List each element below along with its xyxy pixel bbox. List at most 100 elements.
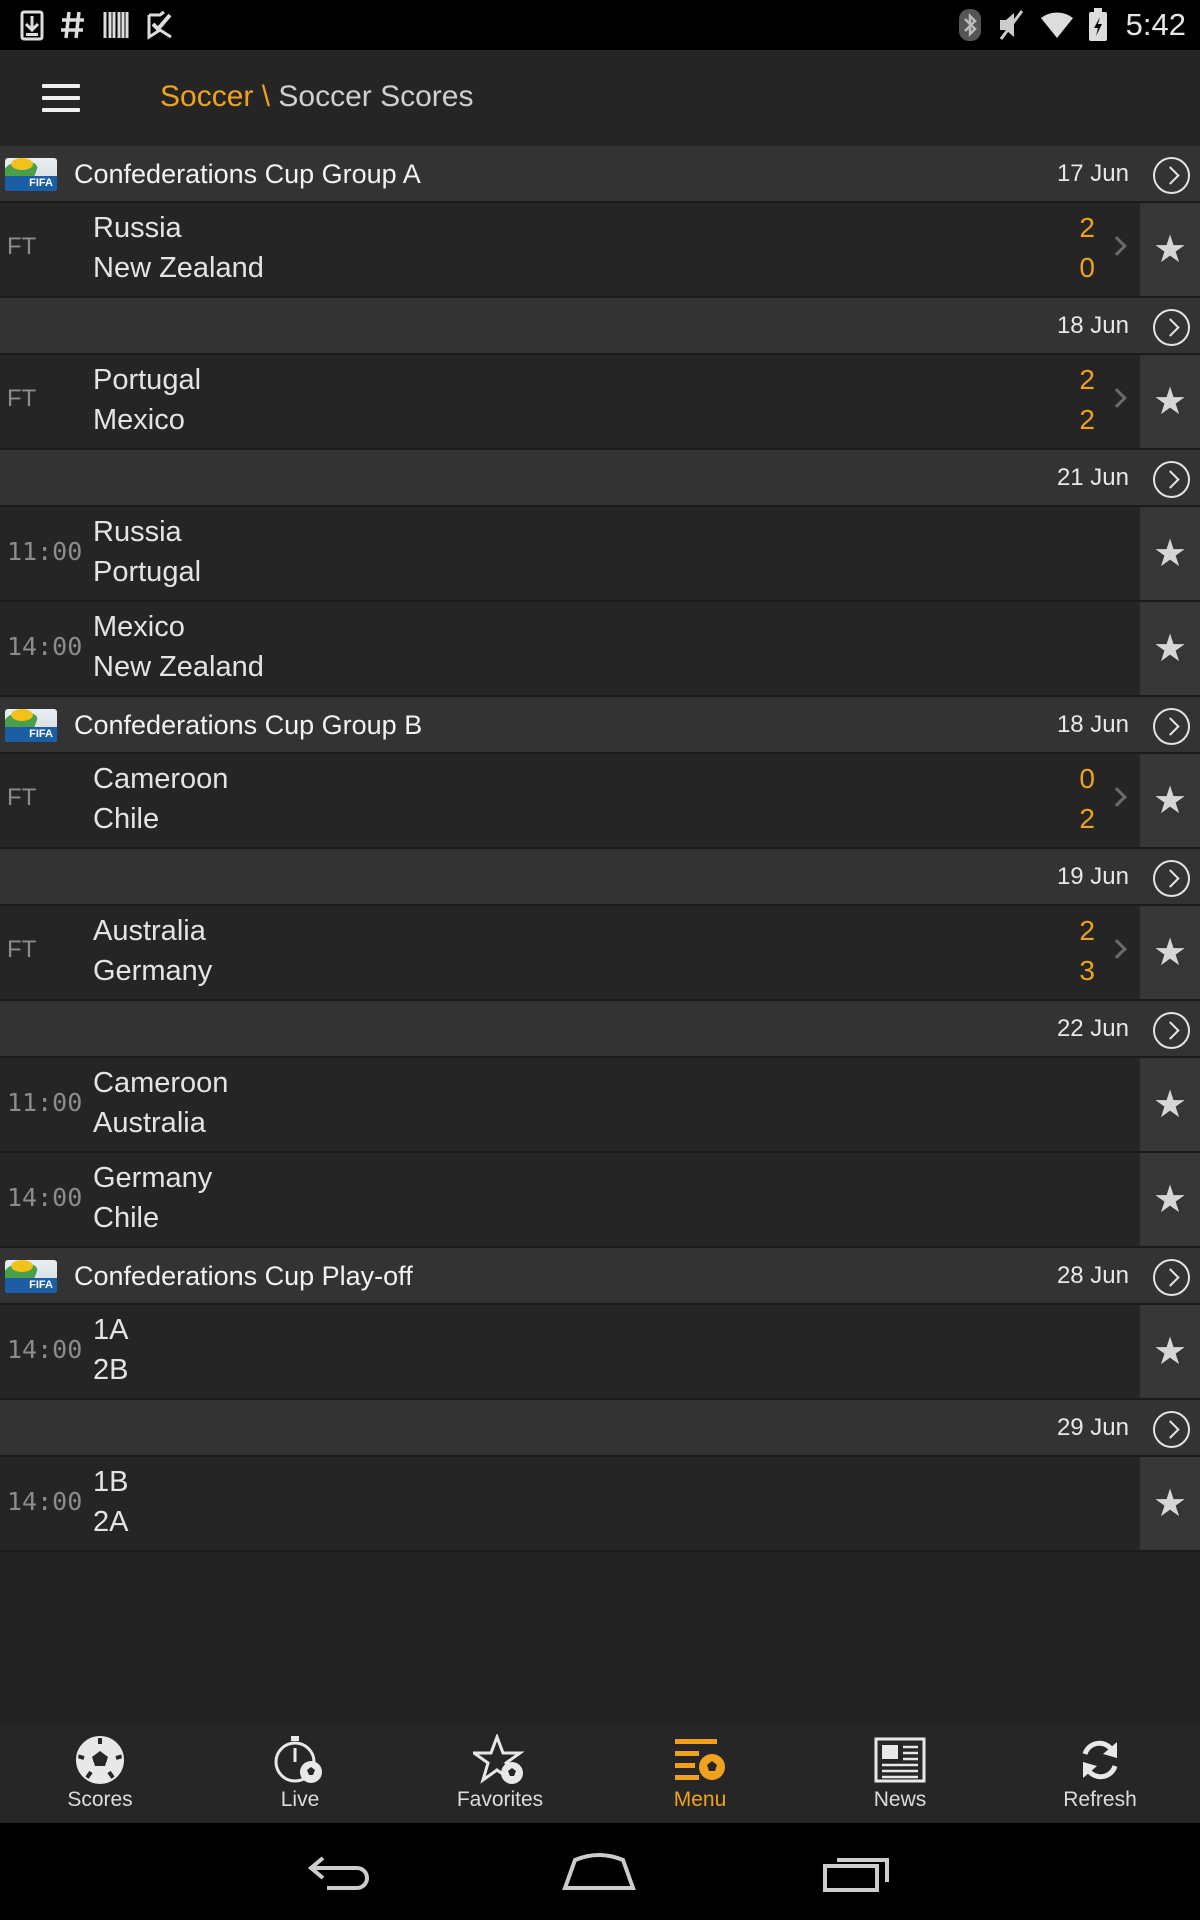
status-bar: 5:42 <box>0 0 1200 50</box>
match-row[interactable]: FT Cameroon Chile 0 2 ★ <box>0 754 1200 849</box>
stopwatch-ball-icon <box>273 1734 327 1786</box>
favorite-button[interactable]: ★ <box>1140 355 1200 448</box>
favorite-button[interactable]: ★ <box>1140 507 1200 600</box>
match-date: 17 Jun <box>1056 160 1129 187</box>
star-icon: ★ <box>1152 1083 1188 1126</box>
home-score: 2 <box>1079 212 1095 243</box>
nav-favorites[interactable]: Favorites <box>400 1724 600 1823</box>
star-icon: ★ <box>1152 1482 1188 1525</box>
away-team: Chile <box>93 803 160 835</box>
barcode-icon <box>103 12 129 38</box>
favorite-button[interactable]: ★ <box>1140 1058 1200 1151</box>
bottom-nav: Scores Live Favorites Menu News Refresh <box>0 1724 1200 1823</box>
match-row[interactable]: FT Portugal Mexico 2 2 ★ <box>0 355 1200 450</box>
star-icon: ★ <box>1152 627 1188 670</box>
nav-live[interactable]: Live <box>200 1724 400 1823</box>
away-score: 0 <box>1079 252 1095 283</box>
home-score: 0 <box>1079 763 1095 794</box>
chevron-right-icon <box>1107 939 1127 959</box>
favorite-button[interactable]: ★ <box>1140 203 1200 296</box>
circle-chevron-right-icon[interactable] <box>1153 1411 1190 1448</box>
away-team: Portugal <box>93 556 202 588</box>
match-date: 28 Jun <box>1056 1262 1129 1289</box>
app-header: Soccer \ Soccer Scores <box>0 50 1200 146</box>
nav-label: Scores <box>67 1788 133 1811</box>
away-team: Australia <box>93 1107 206 1139</box>
hamburger-menu-button[interactable] <box>42 74 102 122</box>
hash-icon <box>61 11 84 39</box>
competition-title: Confederations Cup Group B <box>74 710 423 740</box>
circle-chevron-right-icon[interactable] <box>1153 309 1190 346</box>
checkmark-icon <box>147 10 172 40</box>
match-row[interactable]: FT Russia New Zealand 2 0 ★ <box>0 203 1200 298</box>
hamburger-line <box>42 84 80 88</box>
nav-scores[interactable]: Scores <box>0 1724 200 1823</box>
circle-chevron-right-icon[interactable] <box>1153 157 1190 194</box>
nav-menu[interactable]: Menu <box>600 1724 800 1823</box>
date-header-row: 21 Jun <box>0 450 1200 507</box>
match-date: 19 Jun <box>1056 863 1129 890</box>
home-team: Portugal <box>93 364 202 396</box>
star-icon: ★ <box>1152 779 1188 822</box>
away-score: 3 <box>1079 955 1095 986</box>
home-team: 1B <box>93 1466 129 1498</box>
recents-button[interactable] <box>807 1845 907 1899</box>
soccer-ball-icon <box>73 1734 127 1786</box>
fifa-flag-label: FIFA <box>5 1278 57 1293</box>
home-score: 2 <box>1079 915 1095 946</box>
favorite-button[interactable]: ★ <box>1140 1305 1200 1398</box>
chevron-right-icon <box>1107 787 1127 807</box>
away-team: Chile <box>93 1202 160 1234</box>
favorite-button[interactable]: ★ <box>1140 906 1200 999</box>
hamburger-line <box>42 108 80 112</box>
home-team: Cameroon <box>93 763 229 795</box>
home-icon <box>562 1853 636 1890</box>
breadcrumb-soccer[interactable]: Soccer <box>160 80 253 113</box>
competition-title: Confederations Cup Group A <box>74 159 421 189</box>
date-header-row: 22 Jun <box>0 1001 1200 1058</box>
system-nav-bar <box>0 1823 1200 1920</box>
refresh-icon <box>1073 1734 1127 1786</box>
match-row[interactable]: 14:00 1B 2A ★ <box>0 1457 1200 1552</box>
match-row[interactable]: 11:00 Cameroon Australia ★ <box>0 1058 1200 1153</box>
circle-chevron-right-icon[interactable] <box>1153 860 1190 897</box>
chevron-right-icon <box>1107 388 1127 408</box>
circle-chevron-right-icon[interactable] <box>1153 1012 1190 1049</box>
bluetooth-icon <box>958 9 981 41</box>
home-button[interactable] <box>549 1845 649 1899</box>
date-header-row: 18 Jun <box>0 298 1200 355</box>
favorite-button[interactable]: ★ <box>1140 602 1200 695</box>
match-row[interactable]: 14:00 Germany Chile ★ <box>0 1153 1200 1248</box>
match-row[interactable]: FT Australia Germany 2 3 ★ <box>0 906 1200 1001</box>
star-ball-icon <box>473 1734 527 1786</box>
match-status: 11:00 <box>7 1088 83 1117</box>
back-button[interactable] <box>293 1845 393 1899</box>
favorite-button[interactable]: ★ <box>1140 1457 1200 1550</box>
circle-chevron-right-icon[interactable] <box>1153 1259 1190 1296</box>
match-status: 14:00 <box>7 632 83 661</box>
home-score: 2 <box>1079 364 1095 395</box>
chevron-right-icon <box>1107 236 1127 256</box>
fifa-flag-icon: FIFA <box>5 709 57 742</box>
breadcrumb-current: Soccer Scores <box>278 80 474 113</box>
favorite-button[interactable]: ★ <box>1140 1153 1200 1246</box>
match-status: FT <box>7 385 37 412</box>
circle-chevron-right-icon[interactable] <box>1153 461 1190 498</box>
circle-chevron-right-icon[interactable] <box>1153 708 1190 745</box>
nav-label: Refresh <box>1063 1788 1137 1811</box>
favorite-button[interactable]: ★ <box>1140 754 1200 847</box>
match-row[interactable]: 11:00 Russia Portugal ★ <box>0 507 1200 602</box>
date-header-row: FIFA Confederations Cup Group B 18 Jun <box>0 697 1200 754</box>
match-row[interactable]: 14:00 1A 2B ★ <box>0 1305 1200 1400</box>
match-row[interactable]: 14:00 Mexico New Zealand ★ <box>0 602 1200 697</box>
match-status: 14:00 <box>7 1487 83 1516</box>
newspaper-icon <box>873 1734 927 1786</box>
breadcrumb: Soccer \ Soccer Scores <box>160 80 473 114</box>
nav-label: Live <box>280 1788 320 1811</box>
home-team: Russia <box>93 212 182 244</box>
home-team: Australia <box>93 915 206 947</box>
away-team: 2B <box>93 1354 129 1386</box>
nav-news[interactable]: News <box>800 1724 1000 1823</box>
nav-refresh[interactable]: Refresh <box>1000 1724 1200 1823</box>
star-icon: ★ <box>1152 931 1188 974</box>
